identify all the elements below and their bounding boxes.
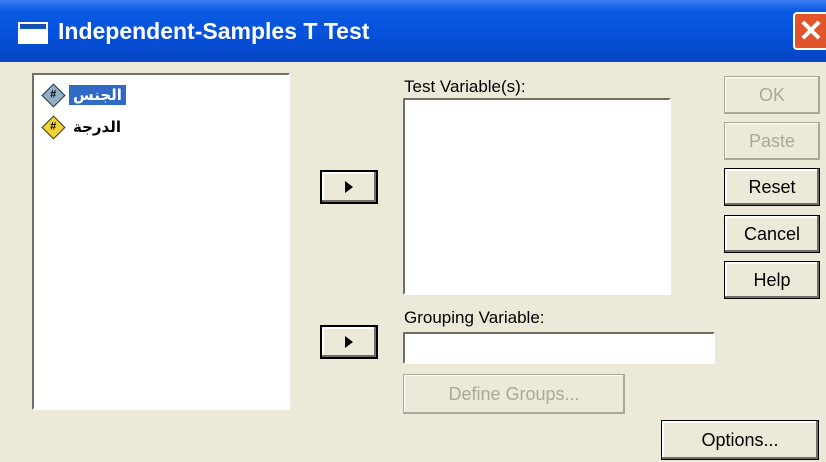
test-variables-list[interactable] [403,98,671,295]
variable-label: الدرجة [73,118,121,136]
right-arrow-icon [345,336,353,348]
move-to-grouping-variable-button[interactable] [320,325,378,359]
cancel-button[interactable]: Cancel [724,215,820,253]
window-title: Independent-Samples T Test [58,18,370,44]
reset-button[interactable]: Reset [724,168,820,206]
right-arrow-icon [345,181,353,193]
dialog-body: # الجنس # الدرجة Test Variable(s): Group… [0,62,826,462]
window-icon [18,22,48,44]
variable-item-grade[interactable]: # الدرجة [41,114,125,140]
variable-label: الجنس [69,85,126,105]
test-variables-label: Test Variable(s): [404,77,526,96]
scale-variable-icon: # [41,82,66,108]
title-bar: Independent-Samples T Test ✕ [0,0,826,62]
help-button[interactable]: Help [724,261,820,299]
source-variable-list[interactable]: # الجنس # الدرجة [32,73,290,410]
close-button[interactable]: ✕ [793,12,826,50]
grouping-variable-field[interactable] [403,332,715,364]
ok-button[interactable]: OK [724,76,820,114]
variable-item-gender[interactable]: # الجنس [41,82,126,108]
scale-variable-icon: # [41,114,66,140]
move-to-test-variables-button[interactable] [320,170,378,204]
paste-button[interactable]: Paste [724,122,820,160]
options-button[interactable]: Options... [661,420,819,460]
grouping-variable-label: Grouping Variable: [404,308,545,327]
define-groups-button[interactable]: Define Groups... [403,374,625,414]
